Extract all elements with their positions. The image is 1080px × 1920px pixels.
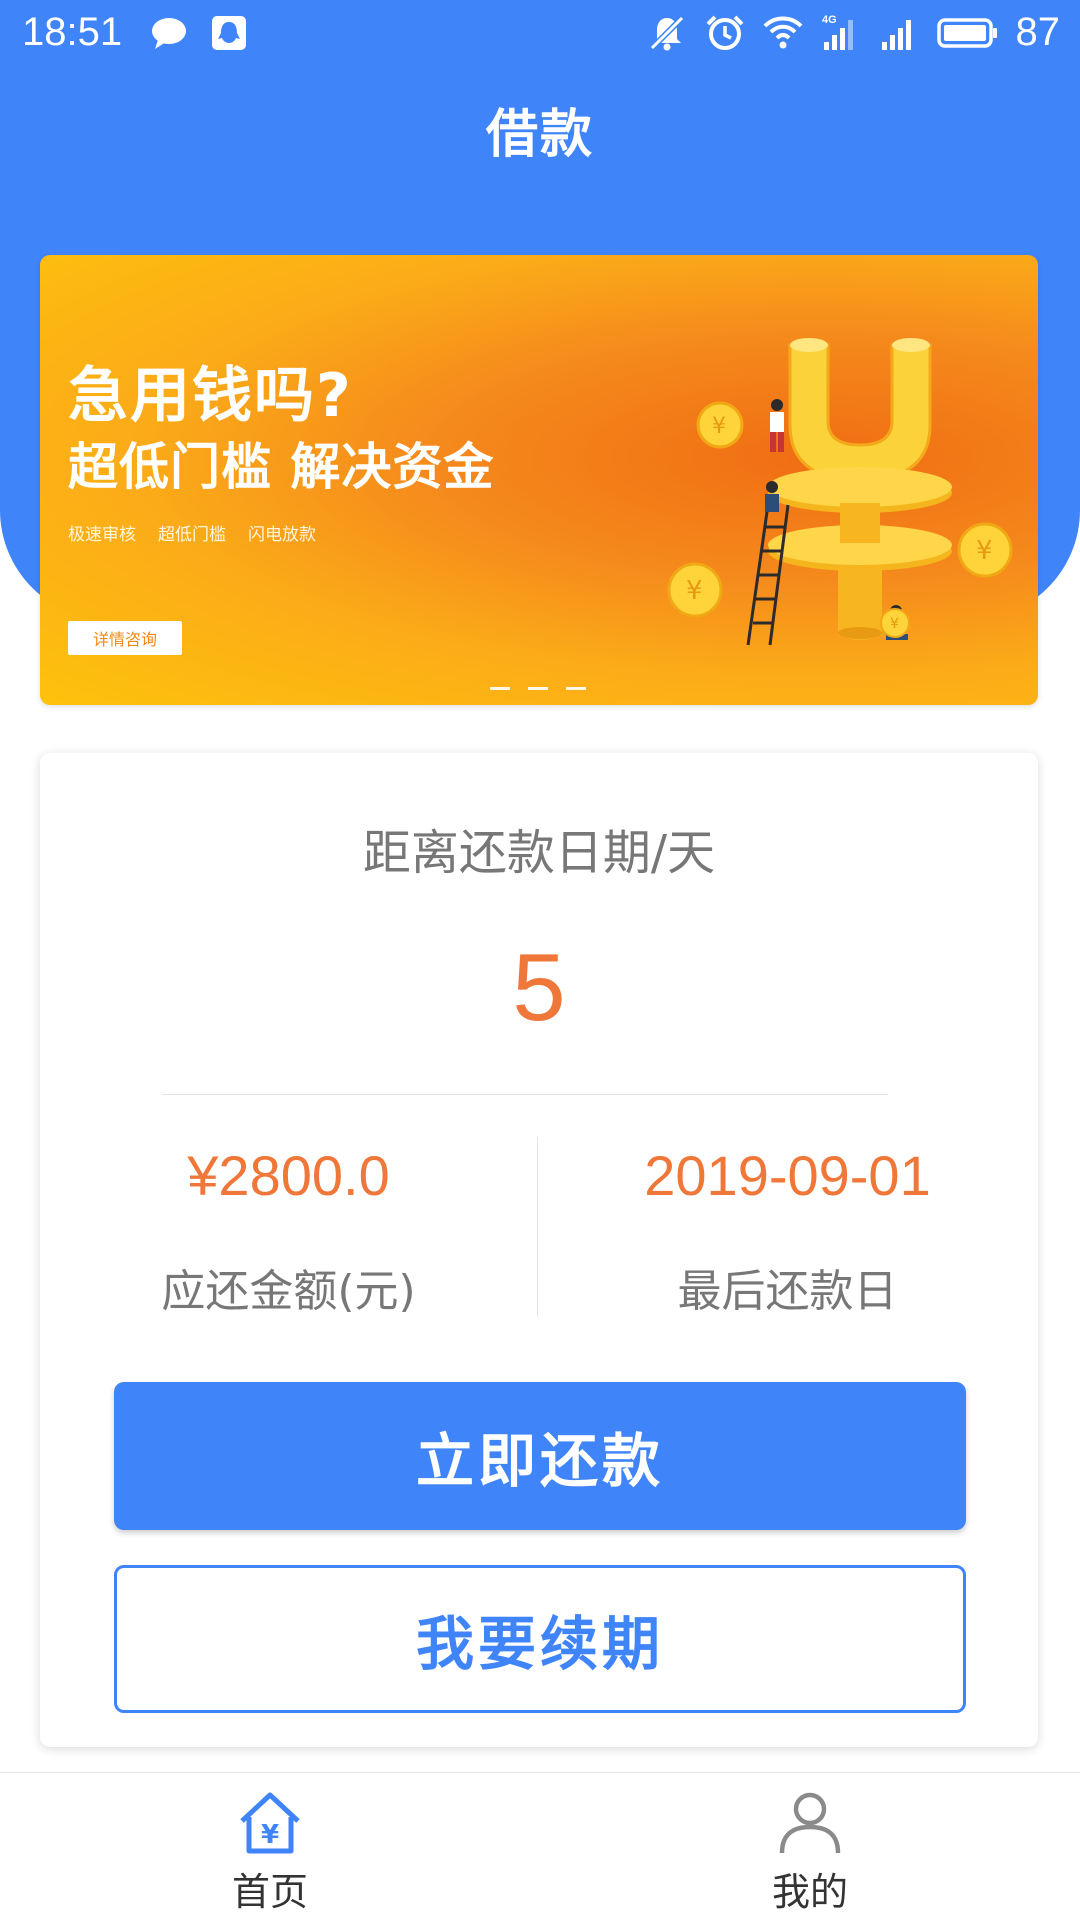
message-icon	[152, 18, 186, 49]
pagination-dot[interactable]	[566, 687, 586, 690]
repay-now-button[interactable]: 立即还款	[114, 1382, 966, 1530]
svg-text:¥: ¥	[261, 1820, 279, 1850]
due-date-value: 2019-09-01	[644, 1144, 931, 1207]
nav-item-mine[interactable]: 我的	[710, 1787, 910, 1917]
yuan-sculpture-illustration: ¥ ¥ ¥ ¥	[667, 338, 1013, 646]
signal-icon	[881, 19, 911, 50]
coin: ¥	[696, 401, 744, 449]
coin: ¥	[667, 562, 723, 618]
banner-subtitle: 超低门槛 解决资金	[68, 438, 495, 496]
svg-text:¥: ¥	[890, 616, 899, 632]
svg-text:¥: ¥	[976, 536, 993, 566]
svg-text:4G: 4G	[822, 14, 837, 26]
coin: ¥	[880, 608, 910, 638]
user-icon	[779, 1792, 841, 1854]
divider	[162, 1094, 888, 1095]
nav-label-home: 首页	[231, 1870, 308, 1914]
pagination-dot[interactable]	[490, 687, 510, 690]
due-date-label: 最后还款日	[677, 1266, 898, 1317]
renew-button[interactable]: 我要续期	[114, 1565, 966, 1713]
nav-item-home[interactable]: ¥ 首页	[170, 1787, 370, 1917]
repayment-card: 距离还款日期/天 5 ¥2800.0 应还金额(元) 2019-09-01 最后…	[40, 753, 1038, 1747]
svg-text:¥: ¥	[686, 576, 703, 606]
qq-icon	[212, 16, 246, 50]
svg-text:¥: ¥	[712, 414, 726, 439]
status-time: 18:51	[22, 10, 123, 54]
pagination-dot[interactable]	[528, 687, 548, 690]
days-until-due-label: 距离还款日期/天	[362, 825, 716, 881]
banner-details-button[interactable]: 详情咨询	[68, 621, 182, 655]
bottom-nav: ¥ 首页 我的	[0, 1772, 1080, 1920]
status-bar: 18:51 4G 87	[0, 0, 1080, 68]
wifi-icon	[763, 16, 802, 48]
banner-title: 急用钱吗?	[68, 361, 353, 431]
banner-tags: 极速审核 超低门槛 闪电放款	[68, 520, 316, 545]
battery-icon	[936, 17, 997, 48]
signal-4g-icon: 4G	[822, 14, 853, 50]
mute-icon	[649, 15, 684, 50]
promo-banner[interactable]: 急用钱吗? 超低门槛 解决资金 极速审核 超低门槛 闪电放款 详情咨询 ¥ ¥ …	[40, 255, 1038, 705]
amount-due-label: 应还金额(元)	[161, 1266, 416, 1317]
banner-tag: 极速审核	[68, 525, 136, 545]
amount-due-value: ¥2800.0	[187, 1144, 390, 1207]
banner-tag: 超低门槛	[158, 525, 226, 545]
home-yuan-icon: ¥	[240, 1792, 300, 1854]
banner-tag: 闪电放款	[248, 525, 316, 545]
coin: ¥	[957, 522, 1013, 578]
nav-label-mine: 我的	[771, 1870, 848, 1914]
alarm-icon	[706, 15, 743, 50]
battery-percent: 87	[1015, 10, 1061, 54]
page-title: 借款	[485, 105, 594, 165]
days-left-value: 5	[512, 934, 566, 1041]
banner-pagination	[490, 687, 586, 690]
